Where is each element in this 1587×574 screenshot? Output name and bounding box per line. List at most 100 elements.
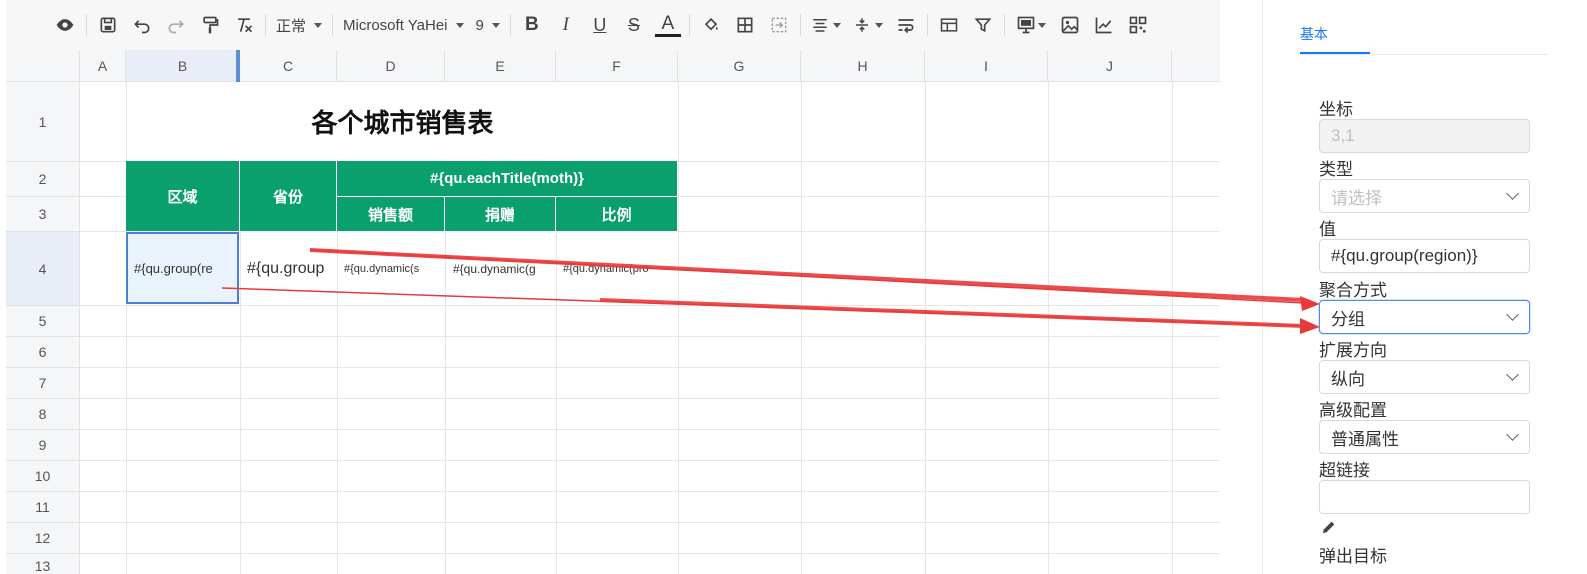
column-header-a[interactable]: A	[80, 50, 126, 82]
border-icon[interactable]	[728, 11, 762, 39]
chart-insert-icon[interactable]	[1009, 11, 1053, 39]
column-header-i[interactable]: I	[925, 50, 1048, 82]
chevron-down-icon	[314, 22, 323, 28]
column-header-f[interactable]: F	[556, 50, 678, 82]
strikethrough-button[interactable]: S	[617, 11, 651, 39]
type-select[interactable]: 请选择	[1319, 179, 1530, 213]
chevron-down-icon	[455, 22, 464, 28]
toolbar-separator	[509, 14, 511, 36]
cell-f4[interactable]: #{qu.dynamic(pro	[557, 232, 678, 305]
underline-icon: U	[593, 14, 607, 35]
line-chart-icon[interactable]	[1087, 11, 1121, 39]
expand-direction-select[interactable]: 纵向	[1319, 360, 1530, 394]
bold-button[interactable]: B	[515, 11, 549, 39]
italic-button[interactable]: I	[549, 11, 583, 39]
aggregation-select[interactable]: 分组	[1319, 300, 1530, 334]
font-size-value: 9	[475, 16, 484, 34]
table-icon[interactable]	[932, 11, 966, 39]
properties-panel: 基本 坐标 3,1 类型 请选择 值 #{qu.group(region)} 聚…	[1262, 0, 1587, 574]
tab-basic[interactable]: 基本	[1300, 24, 1370, 54]
filter-icon[interactable]	[966, 11, 1000, 39]
grid-line	[1048, 82, 1049, 574]
undo-icon[interactable]	[125, 11, 159, 39]
row-header-9[interactable]: 9	[6, 430, 80, 461]
row-header-1[interactable]: 1	[6, 82, 80, 162]
column-header-g[interactable]: G	[678, 50, 801, 82]
chevron-down-icon	[491, 22, 500, 28]
aggregation-select-value: 分组	[1331, 309, 1365, 329]
row-header-5[interactable]: 5	[6, 306, 80, 337]
font-color-button[interactable]: A	[654, 13, 681, 37]
toolbar-separator	[332, 14, 334, 36]
header-cell-region[interactable]: 区域	[126, 161, 240, 232]
header-cell-donation[interactable]: 捐赠	[445, 197, 556, 232]
toolbar-separator	[799, 14, 801, 36]
grid-line	[1172, 82, 1173, 574]
bold-icon: B	[524, 14, 539, 35]
row-header-12[interactable]: 12	[6, 523, 80, 554]
grid-line	[80, 460, 1220, 461]
wrap-text-icon[interactable]	[889, 11, 923, 39]
advanced-config-select[interactable]: 普通属性	[1319, 420, 1530, 454]
grid-line	[80, 367, 1220, 368]
image-icon[interactable]	[1053, 11, 1087, 39]
fill-color-icon[interactable]	[694, 11, 728, 39]
select-all-corner[interactable]	[6, 50, 80, 82]
cell-e4[interactable]: #{qu.dynamic(g	[446, 232, 556, 305]
column-header-d[interactable]: D	[337, 50, 445, 82]
column-header-k[interactable]	[1172, 50, 1220, 82]
row-header-7[interactable]: 7	[6, 368, 80, 399]
row-header-10[interactable]: 10	[6, 461, 80, 492]
qrcode-icon[interactable]	[1121, 11, 1155, 39]
expand-direction-label: 扩展方向	[1319, 341, 1387, 360]
header-cell-each-title[interactable]: #{qu.eachTitle(moth)}	[337, 161, 678, 197]
chevron-down-icon	[1037, 22, 1046, 28]
format-painter-icon[interactable]	[193, 11, 227, 39]
redo-icon[interactable]	[159, 11, 193, 39]
chevron-down-icon	[1506, 428, 1519, 441]
row-header-3[interactable]: 3	[6, 197, 80, 232]
row-header-2[interactable]: 2	[6, 162, 80, 197]
style-select[interactable]: 正常	[270, 11, 328, 39]
type-label: 类型	[1319, 160, 1353, 179]
font-family-select[interactable]: Microsoft YaHei	[337, 11, 469, 39]
column-header-j[interactable]: J	[1048, 50, 1172, 82]
column-header-h[interactable]: H	[801, 50, 925, 82]
grid-line	[925, 82, 926, 574]
preview-eye-icon[interactable]	[48, 11, 82, 39]
hyperlink-input[interactable]	[1319, 480, 1530, 514]
header-cell-sales[interactable]: 销售额	[337, 197, 445, 232]
merge-cells-icon[interactable]	[762, 11, 796, 39]
save-icon[interactable]	[91, 11, 125, 39]
value-label: 值	[1319, 220, 1336, 239]
row-header-13[interactable]: 13	[6, 554, 80, 574]
header-cell-province[interactable]: 省份	[240, 161, 337, 232]
font-size-select[interactable]: 9	[470, 11, 506, 39]
advanced-config-value: 普通属性	[1331, 429, 1399, 449]
advanced-config-label: 高级配置	[1319, 401, 1387, 420]
clear-format-icon[interactable]	[227, 11, 261, 39]
underline-button[interactable]: U	[583, 11, 617, 39]
row-header-8[interactable]: 8	[6, 399, 80, 430]
edit-pencil-icon[interactable]	[1321, 519, 1337, 535]
align-horizontal-icon[interactable]	[805, 11, 847, 39]
hyperlink-label: 超链接	[1319, 461, 1370, 480]
row-header-11[interactable]: 11	[6, 492, 80, 523]
header-cell-ratio[interactable]: 比例	[556, 197, 678, 232]
strikethrough-icon: S	[627, 14, 640, 35]
chevron-down-icon	[1506, 368, 1519, 381]
value-input[interactable]: #{qu.group(region)}	[1319, 239, 1530, 273]
cell-c4[interactable]: #{qu.group	[241, 232, 337, 305]
column-header-e[interactable]: E	[445, 50, 556, 82]
cell-d4[interactable]: #{qu.dynamic(s	[338, 232, 445, 305]
cell-b4-selected[interactable]: #{qu.group(re	[126, 232, 239, 304]
align-vertical-icon[interactable]	[847, 11, 889, 39]
sheet-title-cell[interactable]: 各个城市销售表	[127, 82, 678, 161]
column-header-b[interactable]: B	[126, 50, 240, 82]
toolbar: 正常 Microsoft YaHei 9 B I U S A	[6, 0, 1220, 50]
popup-target-label: 弹出目标	[1319, 547, 1387, 566]
column-header-c[interactable]: C	[240, 50, 337, 82]
row-header-6[interactable]: 6	[6, 337, 80, 368]
font-family-value: Microsoft YaHei	[343, 16, 448, 34]
row-header-4[interactable]: 4	[6, 232, 80, 306]
